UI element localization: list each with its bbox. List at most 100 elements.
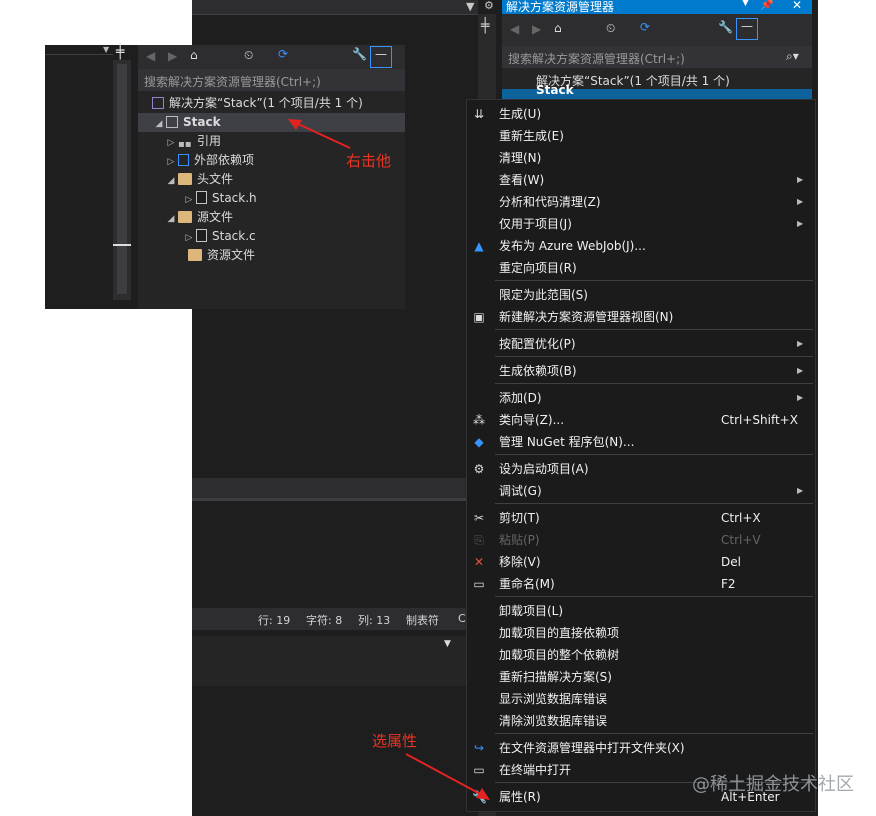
selected-project-row[interactable]: Stack	[502, 83, 812, 99]
search-box[interactable]: 搜索解决方案资源管理器(Ctrl+;)	[138, 69, 405, 91]
right-panel-title: 解决方案资源管理器	[506, 0, 615, 14]
submenu-arrow-icon: ▶	[797, 197, 804, 206]
split-icon[interactable]: ╪	[116, 44, 124, 60]
menu-item[interactable]: 分析和代码清理(Z) ▶	[467, 191, 815, 213]
status-line: 行: 19	[258, 614, 291, 627]
ide-top-divider	[192, 14, 478, 15]
menu-item[interactable]: 清除浏览数据库错误	[467, 710, 815, 732]
file-icon	[196, 191, 207, 204]
file-label: Stack.h	[212, 191, 257, 205]
forward-icon[interactable]: ▶	[532, 22, 541, 36]
menu-item[interactable]: 重新生成(E)	[467, 125, 815, 147]
resource-files-node[interactable]: 资源文件	[178, 246, 255, 265]
search-input[interactable]: 搜索解决方案资源管理器(Ctrl+;)	[508, 50, 685, 67]
references-node[interactable]: ▷ ▪▪ 引用	[164, 132, 221, 151]
dropdown-arrow-icon[interactable]: ▼	[103, 45, 109, 54]
file-node[interactable]: ▷ Stack.h	[182, 189, 257, 208]
menu-separator	[495, 280, 813, 281]
header-files-node[interactable]: ◢ 头文件	[164, 170, 233, 189]
close-icon[interactable]: ✕	[792, 0, 802, 12]
menu-item[interactable]: ▣ 新建解决方案资源管理器视图(N)	[467, 306, 815, 328]
gear-icon: ⚙	[473, 462, 485, 476]
expanded-triangle-icon[interactable]: ◢	[164, 210, 178, 229]
references-label: 引用	[197, 134, 222, 148]
menu-item-label: 在终端中打开	[499, 763, 572, 777]
expanded-triangle-icon[interactable]: ◢	[164, 172, 178, 191]
home-icon[interactable]: ⌂	[554, 21, 562, 35]
back-icon[interactable]: ◀	[146, 49, 155, 63]
menu-item-label: 生成(U)	[499, 107, 542, 121]
build-icon: ⇊	[473, 107, 485, 121]
menu-item[interactable]: 按配置优化(P) ▶	[467, 333, 815, 355]
pin-icon[interactable]: 📌	[760, 0, 774, 11]
menu-item[interactable]: ✂ 剪切(T) Ctrl+X	[467, 507, 815, 529]
menu-item-label: 新建解决方案资源管理器视图(N)	[499, 310, 674, 324]
gear-icon[interactable]: ⚙	[484, 0, 494, 12]
home-icon[interactable]: ⌂	[190, 48, 198, 62]
dropdown-arrow-icon[interactable]: ▼	[444, 639, 451, 649]
menu-item-shortcut: Ctrl+V	[721, 533, 761, 547]
menu-item-shortcut: Del	[721, 555, 741, 569]
project-icon	[166, 116, 178, 128]
menu-item[interactable]: 添加(D) ▶	[467, 387, 815, 409]
menu-item[interactable]: ◆ 管理 NuGet 程序包(N)...	[467, 431, 815, 453]
menu-item-label: 设为启动项目(A)	[499, 462, 589, 476]
source-files-node[interactable]: ◢ 源文件	[164, 208, 233, 227]
menu-item[interactable]: 重新扫描解决方案(S)	[467, 666, 815, 688]
wrench-icon[interactable]: 🔧	[718, 20, 733, 34]
menu-item-label: 重新生成(E)	[499, 129, 564, 143]
menu-item[interactable]: 查看(W) ▶	[467, 169, 815, 191]
wrench-icon[interactable]: 🔧	[352, 47, 367, 61]
menu-item[interactable]: ⚙ 设为启动项目(A)	[467, 458, 815, 480]
menu-item[interactable]: ✕ 移除(V) Del	[467, 551, 815, 573]
menu-item[interactable]: ↪ 在文件资源管理器中打开文件夹(X)	[467, 737, 815, 759]
search-input[interactable]: 搜索解决方案资源管理器(Ctrl+;)	[144, 73, 321, 90]
rename-icon: ▭	[473, 577, 485, 591]
menu-separator	[495, 454, 813, 455]
menu-item[interactable]: 生成依赖项(B) ▶	[467, 360, 815, 382]
menu-item[interactable]: 限定为此范围(S)	[467, 284, 815, 306]
menu-item[interactable]: ⇊ 生成(U)	[467, 103, 815, 125]
history-icon[interactable]: ⏲	[244, 48, 253, 63]
menu-item[interactable]: 调试(G) ▶	[467, 480, 815, 502]
solution-label: 解决方案“Stack”(1 个项目/共 1 个)	[169, 96, 363, 110]
menu-item[interactable]: ▲ 发布为 Azure WebJob(J)...	[467, 235, 815, 257]
menu-item[interactable]: ▭ 重命名(M) F2	[467, 573, 815, 595]
resource-files-label: 资源文件	[207, 248, 256, 262]
menu-item[interactable]: 加载项目的整个依赖树	[467, 644, 815, 666]
right-panel-search[interactable]: 搜索解决方案资源管理器(Ctrl+;) ⌕▾	[502, 46, 812, 68]
menu-item[interactable]: ⁂ 类向导(Z)... Ctrl+Shift+X	[467, 409, 815, 431]
menu-item[interactable]: 显示浏览数据库错误	[467, 688, 815, 710]
menu-item[interactable]: 仅用于项目(J) ▶	[467, 213, 815, 235]
project-node[interactable]: ◢ Stack	[138, 113, 405, 132]
refresh-icon[interactable]: ⟳	[640, 20, 650, 34]
external-deps-node[interactable]: ▷ 外部依赖项	[164, 151, 254, 170]
splitter[interactable]	[192, 498, 466, 501]
header-files-label: 头文件	[197, 172, 234, 186]
right-panel-toolbar: ◀ ▶ ⌂ ⏲ ⟳ 🔧 —	[502, 14, 812, 46]
collapse-icon[interactable]: —	[736, 18, 758, 40]
search-icon[interactable]: ⌕▾	[786, 49, 799, 64]
menu-separator	[495, 503, 813, 504]
page-background-right	[818, 0, 876, 816]
menu-item[interactable]: 清理(N)	[467, 147, 815, 169]
file-node[interactable]: ▷ Stack.c	[182, 227, 256, 246]
back-icon[interactable]: ◀	[510, 22, 519, 36]
nuget-icon: ◆	[474, 435, 484, 449]
menu-item-shortcut: Ctrl+Shift+X	[721, 413, 798, 427]
chevron-down-icon[interactable]: ▼	[742, 0, 749, 8]
watermark: @稀土掘金技术社区	[692, 774, 854, 795]
refresh-icon[interactable]: ⟳	[278, 47, 288, 61]
status-bar: 行: 19 字符: 8 列: 13 制表符 C	[192, 608, 466, 630]
dropdown-arrow-icon[interactable]: ▼	[466, 0, 474, 13]
status-tab: 制表符	[406, 614, 439, 627]
menu-item[interactable]: 卸载项目(L)	[467, 600, 815, 622]
menu-item[interactable]: 重定向项目(R)	[467, 257, 815, 279]
forward-icon[interactable]: ▶	[168, 49, 177, 63]
collapse-icon[interactable]: —	[370, 46, 392, 68]
code-editor[interactable]: ▼	[45, 45, 115, 309]
menu-item[interactable]: 加载项目的直接依赖项	[467, 622, 815, 644]
split-icon[interactable]: ╪	[481, 18, 489, 34]
scrollbar-thumb[interactable]	[117, 64, 127, 294]
history-icon[interactable]: ⏲	[606, 21, 615, 36]
